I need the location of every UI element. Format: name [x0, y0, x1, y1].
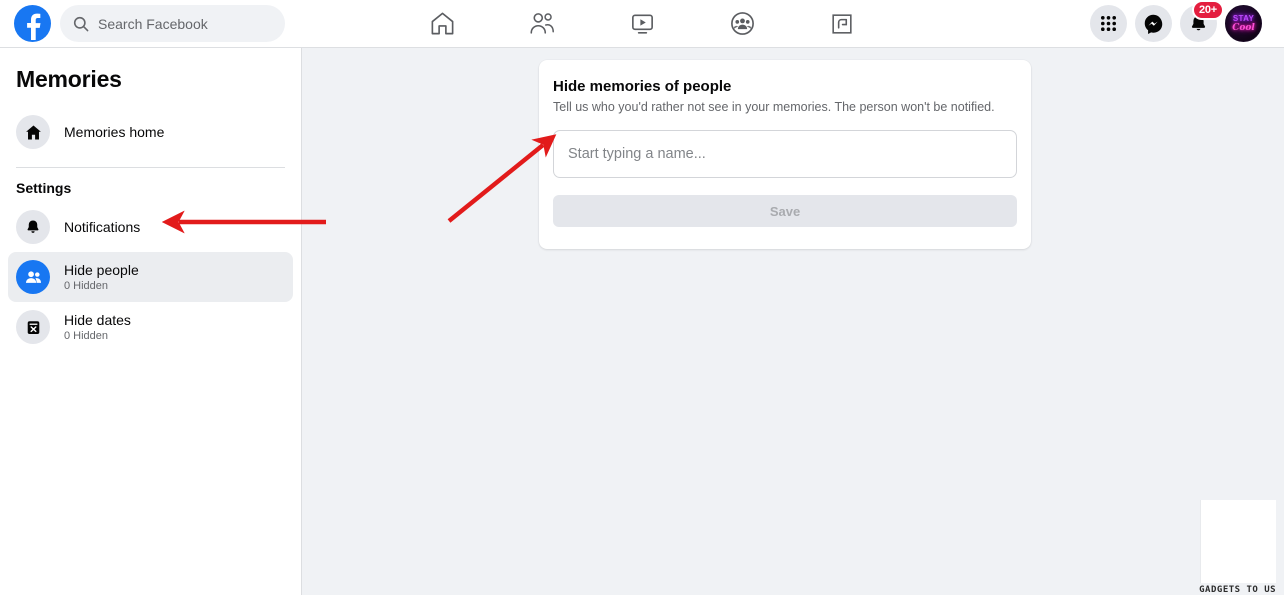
sidebar-item-memories-home-texts: Memories home: [64, 124, 164, 141]
search-placeholder-text: Search Facebook: [98, 15, 208, 32]
sidebar-item-notifications-texts: Notifications: [64, 219, 140, 236]
bell-filled-icon: [16, 210, 50, 244]
messenger-button[interactable]: [1135, 5, 1172, 42]
sidebar-item-memories-home[interactable]: Memories home: [8, 107, 293, 157]
grid-menu-icon: [1100, 15, 1117, 32]
sidebar-settings-heading: Settings: [16, 180, 72, 196]
avatar[interactable]: STAY Cool: [1225, 5, 1262, 42]
sidebar-item-notifications[interactable]: Notifications: [8, 202, 293, 252]
search-icon: [73, 16, 89, 31]
nav-tab-groups[interactable]: [692, 1, 792, 47]
nav-tab-video[interactable]: [592, 1, 692, 47]
calendar-x-icon: [16, 310, 50, 344]
messenger-icon: [1144, 14, 1163, 34]
save-button[interactable]: Save: [553, 195, 1017, 227]
memories-sidebar: Memories Memories home Settings Notifica…: [0, 48, 302, 595]
home-filled-icon: [16, 115, 50, 149]
watermark-box: [1200, 500, 1284, 583]
notifications-badge: 20+: [1191, 0, 1224, 20]
nav-tab-friends[interactable]: [492, 1, 592, 47]
search-input[interactable]: Search Facebook: [60, 5, 285, 42]
sidebar-item-hide-people-texts: Hide people 0 Hidden: [64, 262, 139, 293]
groups-icon: [730, 12, 754, 35]
sidebar-item-hide-dates-texts: Hide dates 0 Hidden: [64, 312, 131, 343]
sidebar-item-hide-people[interactable]: Hide people 0 Hidden: [8, 252, 293, 302]
main-content-area: Hide memories of people Tell us who you'…: [302, 48, 1284, 595]
card-subtitle: Tell us who you'd rather not see in your…: [553, 100, 995, 114]
watermark-text: GADGETS TO USE: [1199, 585, 1282, 595]
home-icon: [431, 12, 453, 35]
hide-memories-of-people-card: Hide memories of people Tell us who you'…: [539, 60, 1031, 249]
nav-tab-gaming[interactable]: [792, 1, 892, 47]
avatar-text-line2: Cool: [1232, 22, 1255, 33]
nav-tab-home[interactable]: [392, 1, 492, 47]
grid-menu-button[interactable]: [1090, 5, 1127, 42]
sidebar-item-sublabel: 0 Hidden: [64, 329, 109, 342]
facebook-memories-settings-page: Search Facebook 20+ STAY Cool Memories M…: [0, 0, 1284, 595]
people-filled-icon: [16, 260, 50, 294]
sidebar-item-label: Hide dates: [64, 311, 131, 328]
friends-icon: [530, 13, 554, 34]
sidebar-item-label: Notifications: [64, 218, 141, 235]
topbar-nav-tabs: [392, 1, 892, 47]
sidebar-item-hide-dates[interactable]: Hide dates 0 Hidden: [8, 302, 293, 352]
sidebar-item-sublabel: 0 Hidden: [64, 279, 109, 292]
avatar-text-line1: STAY: [1232, 13, 1255, 23]
video-icon: [631, 14, 653, 34]
sidebar-item-label: Hide people: [64, 261, 139, 278]
sidebar-item-label: Memories home: [64, 123, 165, 140]
card-title: Hide memories of people: [553, 78, 732, 95]
page-scrollbar[interactable]: [1276, 48, 1284, 595]
gaming-icon: [832, 13, 852, 34]
topbar-action-buttons: 20+ STAY Cool: [1090, 0, 1262, 42]
page-title: Memories: [16, 66, 122, 92]
name-search-input[interactable]: [553, 130, 1017, 178]
top-navigation-bar: Search Facebook 20+ STAY Cool: [0, 0, 1284, 48]
notifications-button[interactable]: 20+: [1180, 0, 1224, 42]
topbar-left-group: Search Facebook: [0, 5, 285, 42]
facebook-logo-icon[interactable]: [14, 5, 51, 42]
